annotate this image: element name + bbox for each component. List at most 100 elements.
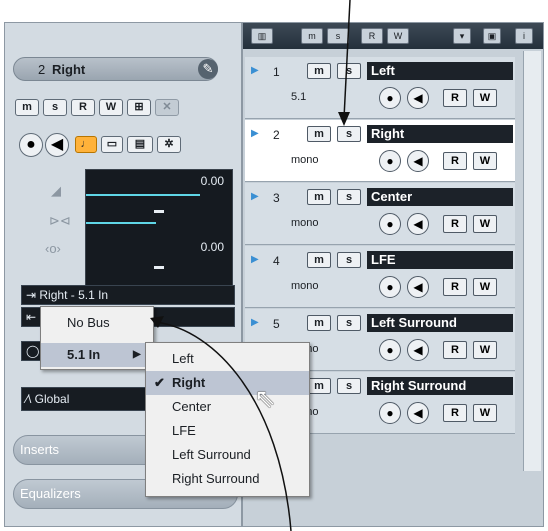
delay-icon: ‹o› — [45, 241, 61, 256]
track-list-toolbar: ▥ m s R W ▾ ▣ i — [243, 23, 543, 49]
track-name[interactable]: Right Surround — [367, 377, 513, 395]
menu-item-left[interactable]: Left — [146, 347, 309, 371]
solo-button[interactable]: s — [337, 378, 361, 394]
close-icon[interactable]: ✕ — [155, 99, 179, 116]
submenu-5-1-in[interactable]: 5.1 In ▶ — [41, 343, 153, 367]
solo-button[interactable]: s — [337, 252, 361, 268]
track-name-field[interactable]: 2 Right ✎ — [13, 57, 218, 81]
write-button[interactable]: W — [473, 341, 497, 359]
record-icon[interactable]: ● — [379, 276, 401, 298]
pan-value: 0.00 — [200, 240, 224, 254]
track-type: mono — [291, 154, 319, 166]
mute-button[interactable]: m — [307, 189, 331, 205]
monitor-icon[interactable]: ◀ — [407, 150, 429, 172]
record-icon[interactable]: ● — [379, 402, 401, 424]
track-row[interactable]: ▶ 2 m s Right mono ● ◀ R W — [245, 120, 515, 182]
track-name[interactable]: Center — [367, 188, 513, 206]
track-name[interactable]: Right — [367, 125, 513, 143]
track-row[interactable]: ▶ 4 m s LFE mono ● ◀ R W — [245, 246, 515, 308]
output-icon: ⇤ — [26, 310, 37, 324]
record-icon[interactable]: ● — [379, 87, 401, 109]
write-all-icon[interactable]: W — [387, 28, 409, 44]
read-button[interactable]: R — [443, 278, 467, 296]
track-name[interactable]: Left Surround — [367, 314, 513, 332]
record-icon[interactable]: ● — [379, 150, 401, 172]
monitor-icon[interactable]: ◀ — [407, 213, 429, 235]
flag-icon: ▶ — [251, 128, 259, 139]
submenu-arrow-icon: ▶ — [133, 349, 141, 360]
record-icon[interactable]: ● — [379, 213, 401, 235]
write-button[interactable]: W — [473, 278, 497, 296]
color-icon[interactable]: ▥ — [251, 28, 273, 44]
dropdown-icon[interactable]: ▾ — [453, 28, 471, 44]
read-button[interactable]: R — [443, 404, 467, 422]
solo-button[interactable]: s — [337, 63, 361, 79]
mute-all-icon[interactable]: m — [301, 28, 323, 44]
read-button[interactable]: R — [443, 89, 467, 107]
scrollbar[interactable] — [523, 51, 541, 471]
mute-button[interactable]: m — [307, 252, 331, 268]
solo-all-icon[interactable]: s — [327, 28, 349, 44]
monitor-icon[interactable]: ◀ — [407, 339, 429, 361]
channel-submenu: Left ✔ Right Center LFE Left Surround Ri… — [145, 342, 310, 497]
read-button[interactable]: R — [443, 215, 467, 233]
grid-icon[interactable]: ⊞ — [127, 99, 151, 116]
solo-button[interactable]: s — [43, 99, 67, 116]
mute-button[interactable]: m — [307, 126, 331, 142]
write-button[interactable]: W — [473, 404, 497, 422]
read-button[interactable]: R — [443, 341, 467, 359]
write-button[interactable]: W — [99, 99, 123, 116]
track-type: 5.1 — [291, 91, 307, 103]
delay-slider[interactable] — [154, 266, 164, 269]
monitor-icon[interactable]: ◀ — [45, 133, 69, 157]
track-row[interactable]: ▶ 1 m s Left 5.1 ● ◀ R W — [245, 57, 515, 119]
mute-button[interactable]: m — [307, 378, 331, 394]
pan-slider[interactable] — [154, 210, 164, 213]
track-name[interactable]: Left — [367, 62, 513, 80]
mute-button[interactable]: m — [307, 63, 331, 79]
read-button[interactable]: R — [443, 152, 467, 170]
read-button[interactable]: R — [71, 99, 95, 116]
solo-button[interactable]: s — [337, 126, 361, 142]
input-routing[interactable]: ⇥ Right - 5.1 In — [21, 285, 235, 305]
volume-value: 0.00 — [200, 174, 224, 188]
time-base-icon[interactable]: ♩ — [75, 136, 97, 153]
track-number: 4 — [273, 254, 280, 268]
fader-panel[interactable]: 0.00 0.00 — [85, 169, 233, 291]
no-bus-item[interactable]: No Bus — [41, 311, 153, 335]
folder-icon[interactable]: ▭ — [101, 136, 123, 153]
solo-button[interactable]: s — [337, 189, 361, 205]
edit-icon[interactable]: ✎ — [198, 59, 218, 79]
channel-settings-icon[interactable]: ▤ — [127, 136, 153, 153]
monitor-icon[interactable]: ◀ — [407, 87, 429, 109]
view-icon[interactable]: ▣ — [483, 28, 501, 44]
monitor-icon[interactable]: ◀ — [407, 402, 429, 424]
track-number: 2 — [38, 62, 46, 77]
menu-item-lfe[interactable]: LFE — [146, 419, 309, 443]
write-button[interactable]: W — [473, 89, 497, 107]
record-icon[interactable]: ● — [379, 339, 401, 361]
track-number: 3 — [273, 191, 280, 205]
flag-icon: ▶ — [251, 254, 259, 265]
settings-icon[interactable]: ✲ — [157, 136, 181, 153]
menu-item-right-surround[interactable]: Right Surround — [146, 467, 309, 491]
write-button[interactable]: W — [473, 152, 497, 170]
flag-icon: ▶ — [251, 191, 259, 202]
input-icon: ⇥ — [26, 288, 40, 302]
mute-button[interactable]: m — [15, 99, 39, 116]
track-row[interactable]: ▶ 3 m s Center mono ● ◀ R W — [245, 183, 515, 245]
pan-icon: ⊳⊲ — [49, 213, 71, 228]
volume-icon: ◢ — [51, 183, 61, 198]
monitor-icon[interactable]: ◀ — [407, 276, 429, 298]
read-all-icon[interactable]: R — [361, 28, 383, 44]
mute-button[interactable]: m — [307, 315, 331, 331]
track-name[interactable]: LFE — [367, 251, 513, 269]
menu-item-right[interactable]: ✔ Right — [146, 371, 309, 395]
volume-level-line — [86, 194, 200, 196]
solo-button[interactable]: s — [337, 315, 361, 331]
write-button[interactable]: W — [473, 215, 497, 233]
menu-item-left-surround[interactable]: Left Surround — [146, 443, 309, 467]
menu-item-center[interactable]: Center — [146, 395, 309, 419]
info-icon[interactable]: i — [515, 28, 533, 44]
record-enable-icon[interactable]: ● — [19, 133, 43, 157]
